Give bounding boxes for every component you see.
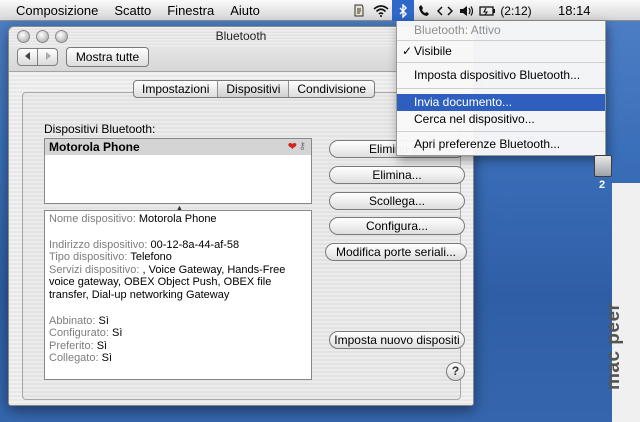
key-icon: ⚷ [298, 141, 306, 152]
menu-separator [397, 131, 605, 132]
battery-icon[interactable] [476, 0, 498, 21]
menu-item-browse-device[interactable]: Cerca nel dispositivo... [397, 111, 605, 128]
bluetooth-menu-icon[interactable] [392, 0, 414, 21]
device-row[interactable]: Motorola Phone ❤ ⚷ [45, 139, 311, 155]
watermark-text: mac peer [603, 302, 624, 390]
info-nome: Nome dispositivo: Motorola Phone [49, 213, 217, 225]
menu-composizione[interactable]: Composizione [0, 3, 106, 18]
menu-status-bluetooth-on: Bluetooth: Attivo [414, 23, 501, 37]
menu-scatto[interactable]: Scatto [106, 3, 159, 18]
info-servizi-line3: transfer, Dial-up networking Gateway [49, 288, 230, 301]
tab-condivisione[interactable]: Condivisione [289, 81, 374, 97]
script-menu-icon[interactable] [348, 0, 370, 21]
menu-clock[interactable]: 18:14 [558, 0, 591, 21]
desktop-file-icon[interactable] [594, 155, 612, 177]
devices-section-label: Dispositivi Bluetooth: [44, 122, 156, 136]
device-name: Motorola Phone [49, 140, 140, 154]
back-button[interactable] [17, 48, 38, 66]
battery-time[interactable]: (2:12) [498, 0, 534, 21]
menu-item-visible[interactable]: ✓ Visibile [397, 42, 605, 60]
zoom-button[interactable] [55, 30, 68, 43]
bluetooth-status-menu: Bluetooth: Attivo ✓ Visibile Imposta dis… [396, 21, 606, 156]
set-up-new-device-button[interactable]: Imposta nuovo dispositi [329, 331, 465, 349]
menu-finestra[interactable]: Finestra [159, 3, 222, 18]
minimize-button[interactable] [36, 30, 49, 43]
delete-button[interactable]: Elimina... [329, 166, 465, 184]
configure-button[interactable]: Configura... [329, 217, 465, 235]
window-title: Bluetooth [215, 29, 267, 43]
desktop-icon-label[interactable]: 2 [599, 179, 605, 191]
menu-extras: (2:12) [348, 0, 534, 21]
airport-sync-icon[interactable] [434, 0, 456, 21]
info-servizi: Servizi dispositivo: , Voice Gateway, Ha… [49, 263, 286, 276]
checkmark-icon: ✓ [402, 44, 413, 58]
menu-separator [397, 88, 605, 89]
menu-bar: Composizione Scatto Finestra Aiuto (2:12… [0, 0, 640, 21]
close-button[interactable] [17, 30, 30, 43]
favorite-heart-icon: ❤ [287, 141, 297, 153]
menu-separator [397, 62, 605, 63]
menu-item-open-preferences[interactable]: Apri preferenze Bluetooth... [397, 135, 605, 153]
tab-dispositivi[interactable]: Dispositivi [218, 81, 290, 97]
arrow-right-icon [45, 52, 51, 60]
info-abbinato: Abbinato: Sì [49, 314, 109, 327]
wifi-icon[interactable] [370, 0, 392, 21]
arrow-left-icon [24, 52, 30, 60]
tab-bar: Impostazioni Dispositivi Condivisione [133, 80, 376, 98]
forward-button[interactable] [37, 48, 58, 66]
disconnect-button[interactable]: Scollega... [329, 192, 465, 210]
device-info-box: Nome dispositivo: Motorola Phone Indiriz… [44, 210, 312, 380]
show-all-button[interactable]: Mostra tutte [66, 47, 149, 67]
info-configurato: Configurato: Sì [49, 327, 123, 340]
info-indirizzo: Indirizzo dispositivo: 00-12-8a-44-af-58 [49, 238, 240, 251]
tab-impostazioni[interactable]: Impostazioni [134, 81, 219, 97]
help-button[interactable]: ? [446, 362, 465, 381]
info-collegato: Collegato: Sì [49, 352, 113, 365]
phone-icon[interactable] [414, 0, 434, 21]
info-tipo: Tipo dispositivo: Telefono [49, 251, 172, 264]
menu-item-send-file[interactable]: Invia documento... [397, 94, 605, 111]
device-list[interactable]: Motorola Phone ❤ ⚷ [44, 138, 312, 204]
menu-separator [397, 40, 605, 41]
menu-aiuto[interactable]: Aiuto [222, 3, 268, 18]
volume-icon[interactable] [456, 0, 476, 21]
info-preferito: Preferito: Sì [49, 339, 108, 352]
info-servizi-line2: voice gateway, OBEX Object Push, OBEX fi… [49, 276, 272, 289]
menu-item-set-up-device[interactable]: Imposta dispositivo Bluetooth... [397, 66, 605, 84]
edit-serial-ports-button[interactable]: Modifica porte seriali... [325, 243, 467, 261]
